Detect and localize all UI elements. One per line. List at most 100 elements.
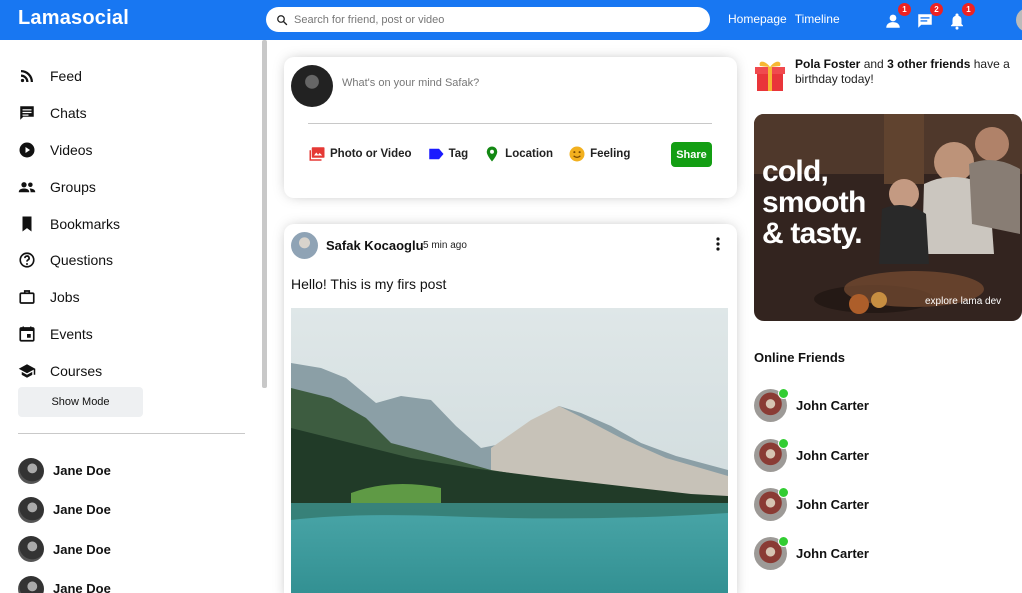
- ad-banner[interactable]: cold, smooth & tasty. explore lama dev: [754, 114, 1022, 321]
- search-bar[interactable]: [266, 7, 710, 32]
- sidebar-item-jobs[interactable]: Jobs: [18, 279, 120, 316]
- friend-item[interactable]: Jane Doe: [18, 490, 111, 529]
- ad-footer: explore lama dev: [925, 296, 1002, 307]
- search-icon: [277, 14, 288, 25]
- play-circle-icon: [19, 142, 35, 158]
- ad-headline-line: smooth: [762, 186, 866, 219]
- sidebar-item-videos[interactable]: Videos: [18, 132, 120, 169]
- avatar[interactable]: [291, 65, 333, 107]
- bookmark-icon: [22, 216, 32, 232]
- feeling-option[interactable]: Feeling: [568, 145, 630, 163]
- birthday-others: 3 other friends: [887, 57, 971, 71]
- avatar: [18, 575, 44, 593]
- bell-icon: [951, 13, 963, 30]
- calendar-icon: [19, 326, 35, 342]
- share-box: Photo or Video Tag Location Feeling Shar…: [284, 57, 737, 198]
- profile-avatar[interactable]: [1016, 8, 1022, 32]
- sidebar-scrollbar[interactable]: [262, 40, 267, 388]
- birthday-notice: Pola Foster and 3 other friends have a b…: [754, 57, 1020, 97]
- gift-icon: [755, 61, 785, 91]
- sidebar-item-feed[interactable]: Feed: [18, 58, 120, 95]
- online-friend-name: John Carter: [796, 546, 869, 562]
- notifications-button[interactable]: 1: [948, 3, 975, 30]
- friend-item[interactable]: Jane Doe: [18, 530, 111, 569]
- photo-icon: [309, 147, 325, 161]
- sidebar-divider: [18, 433, 245, 434]
- online-friend-name: John Carter: [796, 496, 869, 512]
- share-divider: [308, 123, 712, 124]
- option-label: Photo or Video: [330, 148, 412, 160]
- avatar: [754, 486, 789, 521]
- sidebar-item-events[interactable]: Events: [18, 316, 120, 353]
- friend-name: Jane Doe: [53, 463, 111, 479]
- photo-video-option[interactable]: Photo or Video: [308, 145, 412, 163]
- friend-name: Jane Doe: [53, 541, 111, 557]
- avatar[interactable]: [291, 232, 318, 259]
- more-vert-icon[interactable]: [712, 236, 724, 252]
- notification-badge: 1: [898, 3, 911, 16]
- friend-requests-button[interactable]: 1: [884, 3, 911, 30]
- tag-option[interactable]: Tag: [427, 145, 468, 163]
- sidebar-item-label: Chats: [50, 105, 87, 122]
- online-friends-title: Online Friends: [754, 350, 846, 365]
- sidebar-item-groups[interactable]: Groups: [18, 168, 120, 205]
- messages-button[interactable]: 2: [916, 3, 943, 30]
- friend-name: Jane Doe: [53, 502, 111, 518]
- search-input[interactable]: [294, 13, 674, 26]
- post-image[interactable]: [291, 308, 728, 593]
- location-option[interactable]: Location: [483, 145, 553, 163]
- online-status-dot: [778, 388, 789, 400]
- share-options: Photo or Video Tag Location Feeling: [308, 145, 630, 163]
- left-sidebar: Feed Chats Videos Groups Bookmarks Quest…: [0, 40, 262, 593]
- sidebar-item-label: Courses: [50, 362, 103, 379]
- show-more-button[interactable]: Show Mode: [18, 387, 143, 417]
- sidebar-item-label: Videos: [50, 141, 93, 158]
- chat-icon: [918, 14, 932, 28]
- post-time: 5 min ago: [423, 240, 467, 251]
- online-friend-item[interactable]: John Carter: [754, 480, 869, 529]
- school-icon: [18, 364, 36, 378]
- top-icons: 1 2 1: [884, 3, 975, 30]
- friend-item[interactable]: Jane Doe: [18, 569, 111, 593]
- group-icon: [18, 181, 36, 193]
- online-friend-item[interactable]: John Carter: [754, 381, 869, 430]
- share-button[interactable]: Share: [671, 142, 712, 167]
- ad-headline-line: cold,: [762, 155, 829, 188]
- post-username[interactable]: Safak Kocaoglu: [326, 238, 424, 253]
- sidebar-item-courses[interactable]: Courses: [18, 352, 120, 389]
- post-card: Safak Kocaoglu 5 min ago Hello! This is …: [284, 224, 737, 593]
- online-friends-list: John Carter John Carter John Carter John…: [754, 381, 869, 579]
- birthday-name: Pola Foster: [795, 57, 861, 71]
- sidebar-item-questions[interactable]: Questions: [18, 242, 120, 279]
- sidebar-item-label: Jobs: [50, 289, 80, 306]
- rss-icon: [20, 70, 33, 83]
- label-icon: [428, 148, 444, 160]
- homepage-link[interactable]: Homepage: [728, 12, 787, 26]
- online-friend-item[interactable]: John Carter: [754, 529, 869, 578]
- sidebar-item-label: Feed: [50, 68, 82, 85]
- friend-item[interactable]: Jane Doe: [18, 451, 111, 490]
- share-input[interactable]: [342, 77, 702, 89]
- online-friend-name: John Carter: [796, 447, 869, 463]
- friend-list: Jane Doe Jane Doe Jane Doe Jane Doe: [18, 451, 111, 593]
- birthday-text: Pola Foster and 3 other friends have a b…: [795, 57, 1017, 87]
- ad-headline-line: & tasty.: [762, 217, 863, 250]
- avatar: [18, 536, 44, 563]
- online-friend-name: John Carter: [796, 398, 869, 414]
- sidebar-item-label: Questions: [50, 252, 114, 269]
- avatar: [18, 457, 44, 484]
- app-logo[interactable]: Lamasocial: [18, 7, 129, 30]
- notification-badge: 1: [962, 3, 975, 16]
- sidebar-item-label: Events: [50, 325, 93, 342]
- birthday-mid: and: [860, 57, 888, 71]
- sidebar-item-bookmarks[interactable]: Bookmarks: [18, 205, 120, 242]
- friend-name: Jane Doe: [53, 581, 111, 593]
- online-friend-item[interactable]: John Carter: [754, 430, 869, 479]
- topbar: Lamasocial Homepage Timeline 1 2 1: [0, 0, 1022, 40]
- post-text: Hello! This is my firs post: [291, 276, 447, 292]
- timeline-link[interactable]: Timeline: [795, 12, 840, 26]
- avatar: [754, 388, 789, 423]
- sidebar-item-chats[interactable]: Chats: [18, 95, 120, 132]
- person-icon: [886, 14, 900, 28]
- top-links: Homepage Timeline: [728, 12, 840, 26]
